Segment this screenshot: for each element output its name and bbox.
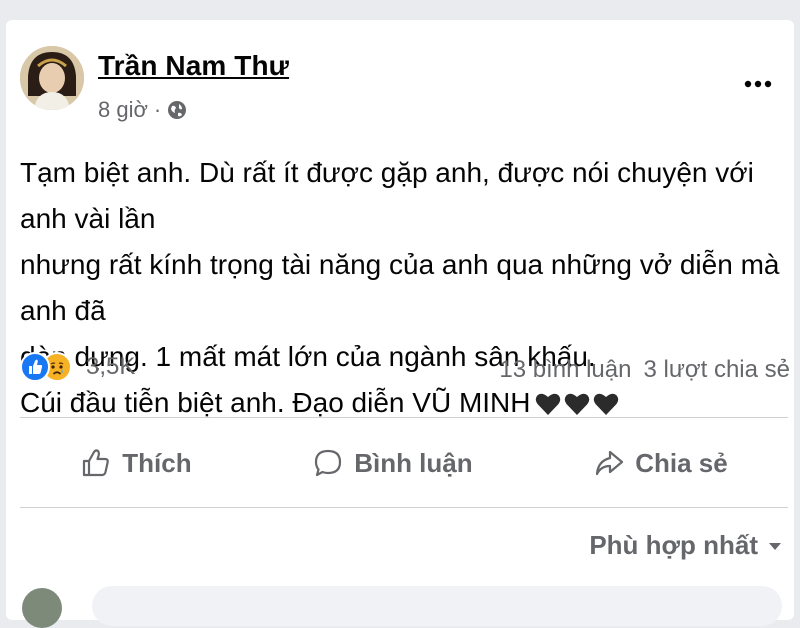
viewer-avatar[interactable] bbox=[22, 588, 62, 628]
divider-bottom bbox=[20, 507, 788, 508]
caret-down-icon bbox=[769, 542, 781, 550]
comment-bubble-icon bbox=[315, 449, 342, 477]
comment-input[interactable] bbox=[92, 586, 782, 626]
comment-count[interactable]: 13 bình luận bbox=[499, 356, 631, 384]
reactions-summary[interactable]: 3,5K bbox=[20, 352, 135, 382]
share-arrow-icon bbox=[596, 450, 624, 476]
author-avatar[interactable] bbox=[20, 46, 84, 110]
action-bar: Thích Bình luận Chia sẻ bbox=[20, 420, 788, 506]
share-button[interactable]: Chia sẻ bbox=[593, 447, 728, 479]
post-meta: 8 giờ · bbox=[98, 97, 187, 123]
black-heart-icon bbox=[564, 393, 589, 415]
reaction-count: 3,5K bbox=[86, 353, 136, 380]
more-dots-icon bbox=[744, 80, 772, 88]
share-count[interactable]: 3 lượt chia sẻ bbox=[643, 356, 790, 384]
post-text: Tạm biệt anh. Dù rất ít được gặp anh, đư… bbox=[20, 150, 790, 426]
author-name[interactable]: Trần Nam Thư bbox=[98, 50, 289, 82]
black-heart-icon bbox=[535, 393, 560, 415]
black-heart-icon bbox=[593, 393, 618, 415]
like-label: Thích bbox=[122, 447, 192, 478]
more-options-button[interactable] bbox=[742, 70, 774, 98]
divider-top bbox=[20, 417, 788, 418]
comment-label: Bình luận bbox=[354, 447, 473, 478]
post-time[interactable]: 8 giờ bbox=[98, 97, 148, 123]
engagement-stats: 13 bình luận 3 lượt chia sẻ bbox=[499, 356, 790, 384]
share-label: Chia sẻ bbox=[635, 447, 728, 478]
sort-label: Phù hợp nhất bbox=[589, 530, 758, 560]
like-button[interactable]: Thích bbox=[80, 447, 192, 479]
comment-sort-dropdown[interactable]: Phù hợp nhất bbox=[589, 530, 782, 561]
thumbs-up-icon bbox=[83, 449, 110, 477]
comment-button[interactable]: Bình luận bbox=[312, 447, 473, 479]
globe-icon[interactable] bbox=[167, 100, 187, 120]
like-icon bbox=[20, 352, 50, 382]
meta-separator: · bbox=[153, 97, 162, 122]
hearts-emoji bbox=[535, 392, 619, 416]
